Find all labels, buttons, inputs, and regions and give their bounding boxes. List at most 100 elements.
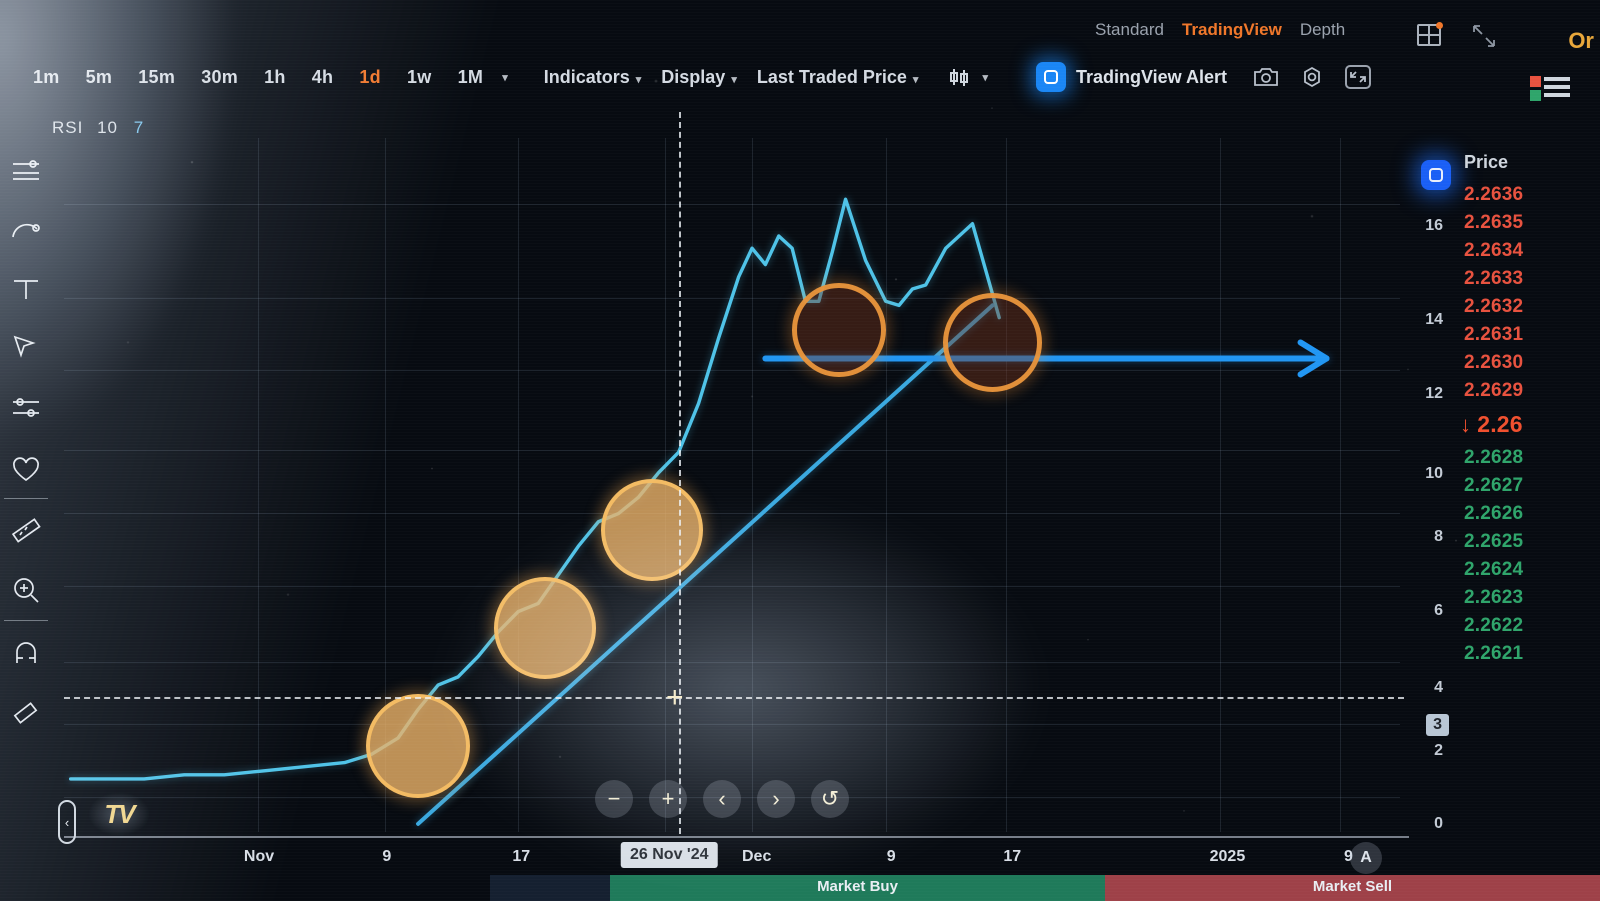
chart-mode-tabs[interactable]: Standard TradingView Depth [1095, 20, 1345, 40]
markup-circle-4 [792, 283, 886, 377]
rail-collapse-button[interactable]: ‹ [58, 800, 76, 844]
chart-navigation-controls[interactable]: − + ‹ › ↺ [595, 780, 849, 818]
timeframe-1M[interactable]: 1M [445, 67, 497, 88]
y-axis-tick: 4 [1434, 678, 1443, 696]
chevron-down-icon: ▾ [731, 73, 737, 86]
chart-type-caret[interactable]: ▾ [982, 71, 988, 84]
y-axis-tick: 8 [1434, 528, 1443, 545]
zoom-in-icon[interactable] [6, 570, 46, 610]
menu-display[interactable]: Display ▾ [651, 67, 747, 88]
ladder-bid-row[interactable]: 2.2624 [1452, 556, 1600, 584]
ladder-bid-row[interactable]: 2.2628 [1452, 444, 1600, 472]
price-ladder[interactable]: Price 2.2636 2.2635 2.2634 2.2633 2.2632 2.26… [1452, 148, 1600, 893]
trade-strip-spacer [490, 875, 610, 901]
chart-mode-tab-depth[interactable]: Depth [1300, 20, 1345, 40]
timeframe-1h[interactable]: 1h [251, 67, 299, 88]
gear-icon[interactable] [1299, 65, 1325, 89]
price-chart[interactable] [64, 138, 1400, 832]
timeframe-30m[interactable]: 30m [188, 67, 251, 88]
y-axis-tick: 14 [1425, 311, 1443, 328]
market-buy-button[interactable]: Market Buy [610, 875, 1105, 901]
tradingview-alert-label[interactable]: TradingView Alert [1076, 67, 1227, 88]
fullscreen-icon[interactable] [1345, 65, 1372, 89]
eraser-icon[interactable] [6, 690, 46, 730]
auto-scale-badge[interactable]: A [1350, 842, 1382, 874]
camera-icon[interactable] [1253, 65, 1279, 89]
chart-plot [68, 197, 1331, 827]
x-axis-tick: 26 Nov '24 [620, 842, 718, 868]
y-axis-tick: 10 [1425, 465, 1443, 482]
settings-sliders-icon[interactable] [6, 388, 46, 428]
chart-type-button[interactable]: ▾ [938, 67, 998, 87]
ladder-ask-row[interactable]: 2.2631 [1452, 321, 1600, 349]
drawing-tools-rail[interactable] [0, 150, 52, 861]
timeframe-15m[interactable]: 15m [125, 67, 188, 88]
y-axis[interactable]: 16 14 12 10 8 6 4 3 2 0 [1405, 150, 1451, 850]
ladder-ask-row[interactable]: 2.2629 [1452, 377, 1600, 405]
crosshair-center-marker: + [666, 681, 684, 714]
x-axis-tick: 17 [1003, 848, 1022, 865]
zoom-out-button[interactable]: − [595, 780, 633, 818]
favorites-heart-icon[interactable] [6, 450, 46, 490]
ladder-ask-row[interactable]: 2.2630 [1452, 349, 1600, 377]
y-axis-tick: 6 [1434, 601, 1443, 619]
timeframe-dropdown-caret[interactable]: ▾ [502, 71, 508, 84]
indicator-value: 7 [133, 118, 145, 137]
timeframe-4h[interactable]: 4h [299, 67, 347, 88]
tradingview-alert-icon[interactable] [1035, 62, 1066, 92]
crosshair-tool-icon[interactable] [6, 150, 46, 190]
menu-label: Last Traded Price [756, 66, 907, 87]
zoom-in-button[interactable]: + [649, 780, 687, 818]
chart-mode-tab-standard[interactable]: Standard [1095, 20, 1164, 40]
ruler-glyph [11, 518, 41, 543]
ladder-ask-row[interactable]: 2.2635 [1452, 209, 1600, 237]
layout-badge-dot [1436, 22, 1443, 29]
menu-last-traded-price[interactable]: Last Traded Price ▾ [747, 67, 929, 88]
timeframe-5m[interactable]: 5m [73, 67, 126, 88]
main-toolbar[interactable]: 1m 5m 15m 30m 1h 4h 1d 1w 1M ▾ Indicators ▾ Displa… [20, 62, 1372, 92]
magnifier-plus-glyph [14, 578, 39, 603]
timeframe-1m[interactable]: 1m [20, 67, 73, 88]
chart-mode-tab-tradingview[interactable]: TradingView [1182, 20, 1282, 40]
timeframe-1w[interactable]: 1w [394, 67, 445, 88]
magnet-icon[interactable] [6, 634, 46, 674]
ladder-bid-row[interactable]: 2.2627 [1452, 472, 1600, 500]
menu-indicators[interactable]: Indicators ▾ [534, 67, 652, 88]
ladder-bid-row[interactable]: 2.2621 [1452, 640, 1600, 668]
rail-divider [4, 620, 48, 621]
trend-line-tool-icon[interactable] [6, 210, 46, 250]
brush-glyph [13, 335, 36, 358]
x-axis[interactable]: Nov 9 17 26 Nov '24 Dec 9 17 2025 9 [64, 836, 1409, 880]
ladder-bid-row[interactable]: 2.2625 [1452, 528, 1600, 556]
layout-grid-icon[interactable] [1417, 22, 1443, 46]
trade-action-strip[interactable]: Market Buy Market Sell [490, 875, 1600, 901]
ladder-ask-row[interactable]: 2.2632 [1452, 293, 1600, 321]
ladder-ask-row[interactable]: 2.2633 [1452, 265, 1600, 293]
scroll-right-button[interactable]: › [757, 780, 795, 818]
ladder-ask-row[interactable]: 2.2636 [1452, 181, 1600, 209]
ladder-bid-row[interactable]: 2.2622 [1452, 612, 1600, 640]
ladder-bid-row[interactable]: 2.2626 [1452, 500, 1600, 528]
markup-circle-3 [601, 479, 703, 581]
x-axis-tick: 9 [886, 848, 896, 865]
reset-chart-button[interactable]: ↺ [811, 780, 849, 818]
rail-divider [4, 498, 48, 499]
depth-bar [1544, 93, 1570, 97]
orderbook-depth-icon[interactable] [1530, 76, 1572, 102]
measure-ruler-icon[interactable] [6, 510, 46, 550]
tradingview-watermark: TV [88, 792, 150, 836]
brush-tool-icon[interactable] [6, 326, 46, 366]
x-axis-tick: 9 [382, 848, 392, 865]
market-sell-button[interactable]: Market Sell [1105, 875, 1600, 901]
last-price-value: 2.26 [1477, 411, 1523, 437]
ladder-bid-row[interactable]: 2.2623 [1452, 584, 1600, 612]
x-axis-tick: 2025 [1209, 848, 1246, 865]
sliders-glyph [13, 398, 39, 417]
indicator-legend[interactable]: RSI 10 7 [52, 118, 144, 138]
timeframe-1d[interactable]: 1d [346, 67, 394, 88]
ladder-ask-row[interactable]: 2.2634 [1452, 237, 1600, 265]
text-tool-icon[interactable] [6, 268, 46, 308]
scroll-left-button[interactable]: ‹ [703, 780, 741, 818]
expand-arrows-icon[interactable] [1470, 22, 1498, 50]
chevron-down-icon: ▾ [635, 73, 642, 86]
